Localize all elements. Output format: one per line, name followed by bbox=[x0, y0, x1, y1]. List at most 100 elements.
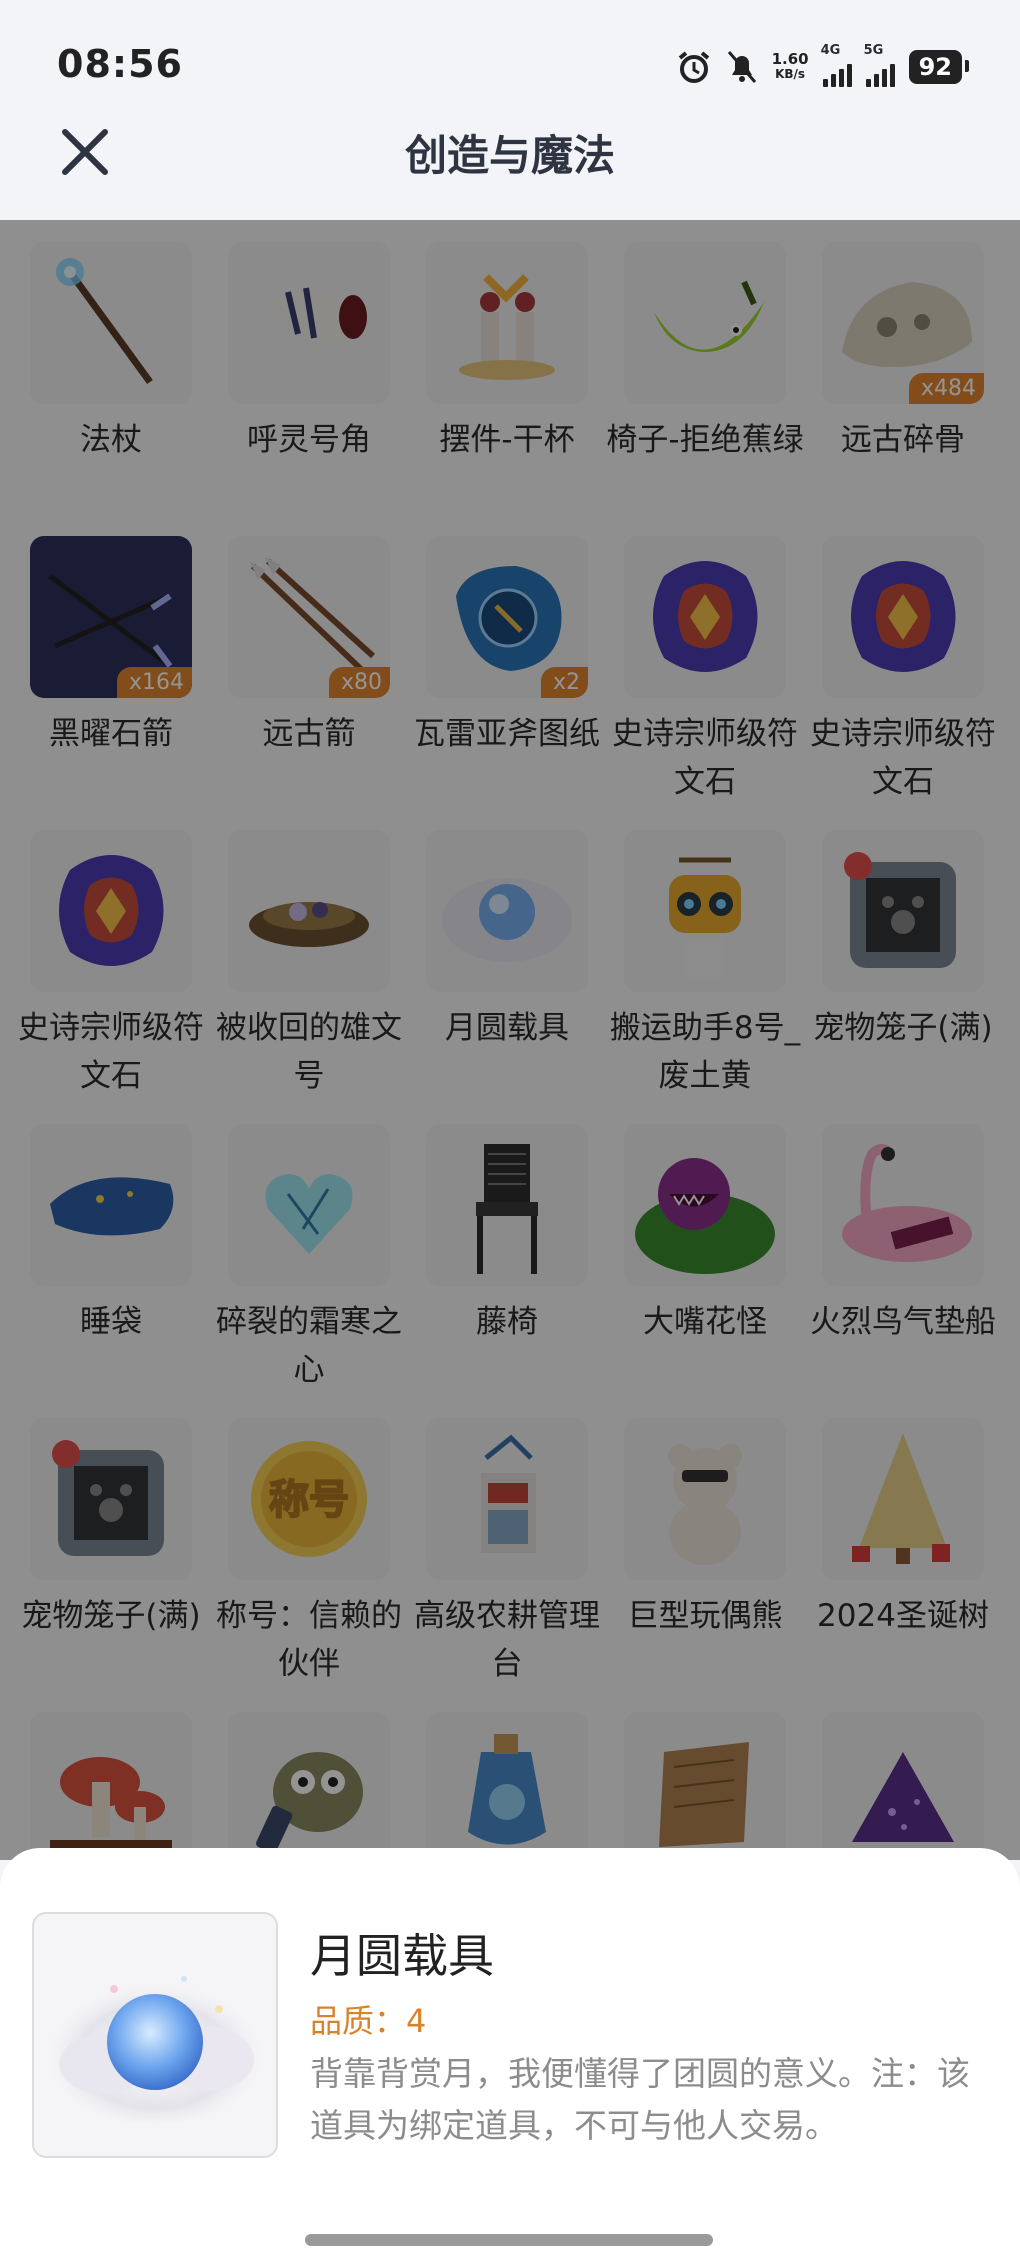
item-name: 巨型玩偶熊 bbox=[627, 1598, 783, 1634]
item-cell[interactable]: 搬运助手8号_废土黄 bbox=[606, 818, 804, 1098]
item-detail-sheet: 月圆载具 品质：4 背靠背赏月，我便懂得了团圆的意义。注：该道具为绑定道具，不可… bbox=[0, 1848, 1020, 2267]
item-cell[interactable]: 被收回的雄文号 bbox=[210, 818, 408, 1098]
item-name: 史诗宗师级符文石 bbox=[18, 1010, 204, 1094]
item-thumbnail bbox=[822, 1124, 984, 1286]
item-cell[interactable]: 史诗宗师级符文石 bbox=[804, 524, 1002, 804]
cheers-figure-icon bbox=[459, 274, 555, 380]
page-header: 创造与魔法 bbox=[0, 110, 1020, 220]
item-cell[interactable]: 2024圣诞树 bbox=[804, 1406, 1002, 1686]
item-name: 宠物笼子(满) bbox=[813, 1010, 993, 1046]
item-thumbnail bbox=[822, 536, 984, 698]
item-name: 宠物笼子(满) bbox=[21, 1598, 201, 1634]
parchment-icon bbox=[659, 1742, 749, 1847]
item-cell[interactable]: 睡袋 bbox=[12, 1112, 210, 1392]
item-thumbnail bbox=[228, 1712, 390, 1860]
teddy-bear-icon bbox=[668, 1444, 742, 1565]
detail-thumbnail bbox=[32, 1912, 278, 2158]
net-speed-value: 1.60 bbox=[771, 50, 809, 68]
item-cell[interactable]: x80 远古箭 bbox=[210, 524, 408, 804]
item-thumbnail bbox=[426, 1124, 588, 1286]
item-cell[interactable]: 史诗宗师级符文石 bbox=[606, 524, 804, 804]
item-name: 史诗宗师级符文石 bbox=[810, 716, 996, 800]
item-thumbnail: x80 bbox=[228, 536, 390, 698]
item-cell[interactable]: 火烈鸟气垫船 bbox=[804, 1112, 1002, 1392]
item-cell[interactable]: 碎裂的霜寒之心 bbox=[210, 1112, 408, 1392]
item-thumbnail bbox=[624, 1418, 786, 1580]
item-name: 远古碎骨 bbox=[841, 422, 965, 458]
item-quantity-badge: x164 bbox=[116, 667, 192, 698]
item-cell[interactable]: 月圆载具 bbox=[408, 818, 606, 1098]
sim2-label: 5G bbox=[863, 43, 884, 58]
item-thumbnail bbox=[624, 1124, 786, 1286]
item-name: 被收回的雄文号 bbox=[216, 1010, 402, 1094]
item-thumbnail: x2 bbox=[426, 536, 588, 698]
item-thumbnail: 称号 bbox=[228, 1418, 390, 1580]
item-cell[interactable] bbox=[12, 1700, 210, 1860]
item-name: 椅子-拒绝蕉绿 bbox=[606, 422, 804, 458]
item-name: 瓦雷亚斧图纸 bbox=[414, 716, 600, 752]
rune-stone-icon bbox=[851, 561, 956, 672]
item-cell[interactable]: 高级农耕管理台 bbox=[408, 1406, 606, 1686]
item-name: 藤椅 bbox=[476, 1304, 538, 1340]
item-cell[interactable]: 藤椅 bbox=[408, 1112, 606, 1392]
full-moon-icon bbox=[442, 878, 572, 962]
item-cell[interactable] bbox=[210, 1700, 408, 1860]
item-cell[interactable]: x2 瓦雷亚斧图纸 bbox=[408, 524, 606, 804]
item-cell[interactable] bbox=[804, 1700, 1002, 1860]
purple-gem-pile-icon bbox=[852, 1752, 954, 1842]
item-cell[interactable]: x484 远古碎骨 bbox=[804, 230, 1002, 510]
item-cell[interactable]: 法杖 bbox=[12, 230, 210, 510]
item-thumbnail: x164 bbox=[30, 536, 192, 698]
item-name: 法杖 bbox=[80, 422, 142, 458]
item-cell[interactable]: 呼灵号角 bbox=[210, 230, 408, 510]
item-cell[interactable]: 宠物笼子(满) bbox=[804, 818, 1002, 1098]
item-thumbnail bbox=[624, 536, 786, 698]
item-thumbnail bbox=[624, 242, 786, 404]
signal-4g-icon: 4G bbox=[821, 43, 852, 87]
item-cell[interactable]: 大嘴花怪 bbox=[606, 1112, 804, 1392]
item-cell[interactable] bbox=[408, 1700, 606, 1860]
signal-5g-icon: 5G bbox=[864, 43, 895, 87]
battery-icon: 92 bbox=[908, 50, 970, 84]
home-indicator[interactable] bbox=[305, 2234, 713, 2246]
pet-cage-icon bbox=[52, 1440, 164, 1556]
item-cell[interactable] bbox=[606, 1700, 804, 1860]
item-cell[interactable]: 宠物笼子(满) bbox=[12, 1406, 210, 1686]
item-thumbnail bbox=[30, 830, 192, 992]
mute-bell-icon bbox=[726, 49, 758, 85]
item-thumbnail bbox=[426, 830, 588, 992]
item-thumbnail bbox=[822, 1418, 984, 1580]
item-name: 火烈鸟气垫船 bbox=[810, 1304, 996, 1340]
item-name: 大嘴花怪 bbox=[643, 1304, 767, 1340]
item-thumbnail bbox=[228, 830, 390, 992]
item-thumbnail bbox=[30, 1418, 192, 1580]
detail-quality: 品质：4 bbox=[310, 2002, 427, 2040]
item-name: 碎裂的霜寒之心 bbox=[216, 1304, 402, 1388]
item-quantity-badge: x2 bbox=[540, 667, 588, 698]
net-speed-unit: KB/s bbox=[775, 67, 806, 81]
staff-icon bbox=[56, 258, 153, 385]
item-thumbnail bbox=[228, 242, 390, 404]
item-cell[interactable]: 称号 称号：信赖的伙伴 bbox=[210, 1406, 408, 1686]
item-cell[interactable]: x164 黑曜石箭 bbox=[12, 524, 210, 804]
bottle-icon bbox=[468, 1734, 546, 1845]
item-thumbnail bbox=[822, 830, 984, 992]
item-name: 史诗宗师级符文石 bbox=[612, 716, 798, 800]
sleeping-bag-icon bbox=[50, 1177, 174, 1236]
item-thumbnail bbox=[624, 1712, 786, 1860]
item-name: 搬运助手8号_废土黄 bbox=[609, 1010, 801, 1094]
item-cell[interactable]: 巨型玩偶熊 bbox=[606, 1406, 804, 1686]
horn-icon bbox=[263, 287, 367, 343]
item-cell[interactable]: 摆件-干杯 bbox=[408, 230, 606, 510]
item-name: 睡袋 bbox=[80, 1304, 142, 1340]
item-cell[interactable]: 史诗宗师级符文石 bbox=[12, 818, 210, 1098]
item-name: 呼灵号角 bbox=[247, 422, 371, 458]
item-name: 月圆载具 bbox=[445, 1010, 569, 1046]
sim1-label: 4G bbox=[820, 43, 841, 58]
item-name: 远古箭 bbox=[262, 716, 356, 752]
item-thumbnail bbox=[30, 242, 192, 404]
title-badge-text: 称号 bbox=[269, 1477, 349, 1523]
item-cell[interactable]: 椅子-拒绝蕉绿 bbox=[606, 230, 804, 510]
item-thumbnail bbox=[624, 830, 786, 992]
item-quantity-badge: x484 bbox=[908, 373, 984, 404]
